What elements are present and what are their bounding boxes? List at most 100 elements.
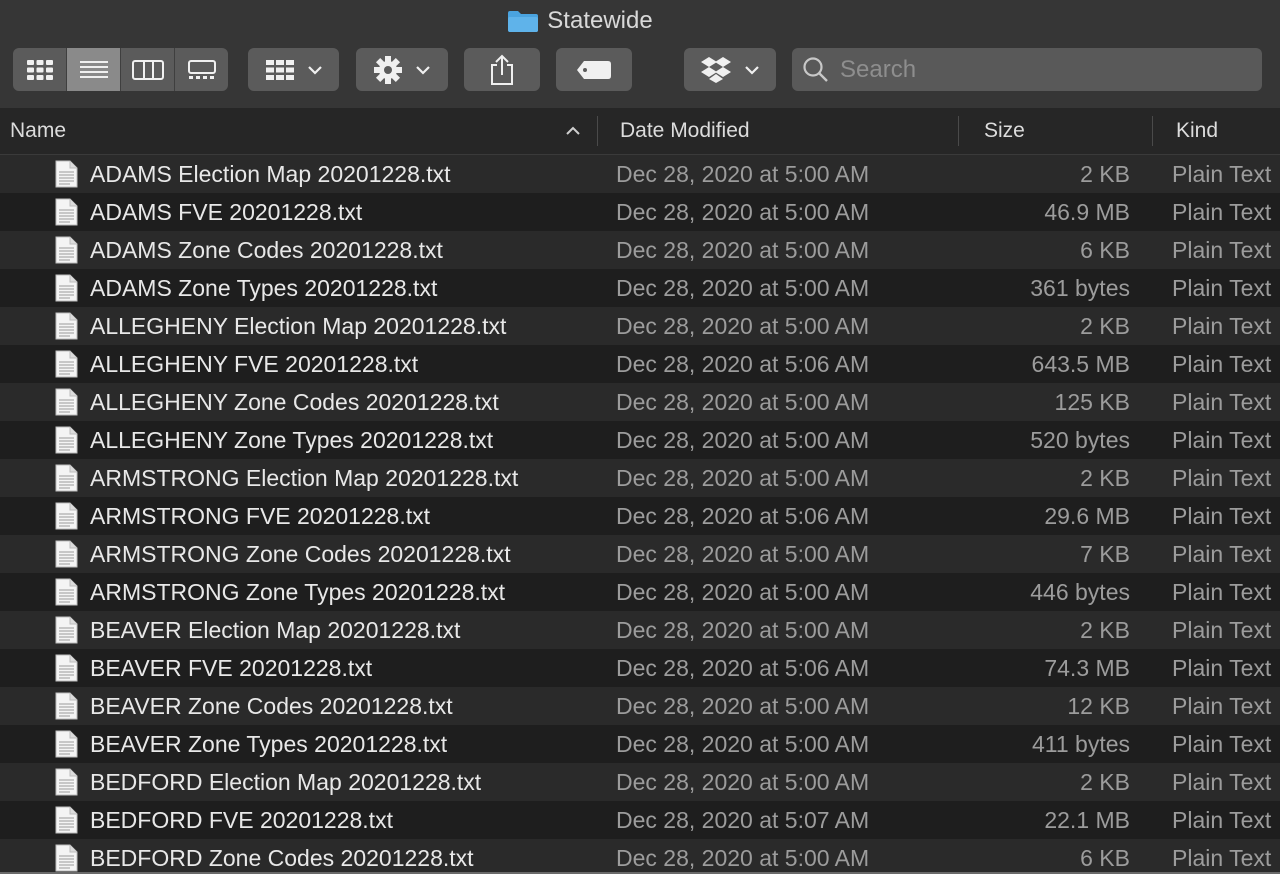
column-headers: Name Date Modified Size Kind [0, 108, 1280, 155]
file-name: BEDFORD FVE 20201228.txt [90, 806, 393, 833]
file-row[interactable]: ARMSTRONG Zone Types 20201228.txt Dec 28,… [0, 573, 1280, 611]
file-row[interactable]: BEAVER Election Map 20201228.txt Dec 28, … [0, 611, 1280, 649]
text-file-icon [55, 388, 78, 416]
share-button[interactable] [464, 48, 540, 91]
column-header-date[interactable]: Date Modified [620, 108, 750, 154]
file-date-modified: Dec 28, 2020 at 5:06 AM [616, 654, 870, 681]
text-file-icon [55, 502, 78, 530]
chevron-down-icon [307, 65, 322, 75]
file-date-modified: Dec 28, 2020 at 5:00 AM [616, 312, 870, 339]
text-file-icon [55, 160, 78, 188]
file-row[interactable]: ALLEGHENY Zone Types 20201228.txt Dec 28,… [0, 421, 1280, 459]
file-kind: Plain Text [1172, 350, 1272, 377]
text-file-icon [55, 844, 78, 872]
text-file-icon [55, 692, 78, 720]
file-size: 520 bytes [1030, 426, 1130, 453]
file-row[interactable]: ADAMS Election Map 20201228.txt Dec 28, 2… [0, 155, 1280, 193]
search-field[interactable] [792, 48, 1262, 91]
file-row[interactable]: ALLEGHENY Election Map 20201228.txt Dec 2… [0, 307, 1280, 345]
file-name: ARMSTRONG FVE 20201228.txt [90, 502, 431, 529]
action-menu-button[interactable] [356, 48, 448, 91]
file-row[interactable]: ALLEGHENY Zone Codes 20201228.txt Dec 28,… [0, 383, 1280, 421]
file-name: BEAVER Zone Types 20201228.txt [90, 730, 448, 757]
file-date-modified: Dec 28, 2020 at 5:00 AM [616, 274, 870, 301]
file-size: 74.3 MB [1044, 654, 1130, 681]
file-name: BEAVER Zone Codes 20201228.txt [90, 692, 453, 719]
group-by-button[interactable] [248, 48, 339, 91]
file-row[interactable]: ARMSTRONG Zone Codes 20201228.txt Dec 28,… [0, 535, 1280, 573]
text-file-icon [55, 464, 78, 492]
file-row[interactable]: ARMSTRONG FVE 20201228.txt Dec 28, 2020 a… [0, 497, 1280, 535]
column-divider[interactable] [597, 116, 598, 146]
file-row[interactable]: BEAVER Zone Types 20201228.txt Dec 28, 20… [0, 725, 1280, 763]
column-divider[interactable] [958, 116, 959, 146]
file-size: 125 KB [1054, 388, 1130, 415]
text-file-icon [55, 198, 78, 226]
file-date-modified: Dec 28, 2020 at 5:06 AM [616, 350, 870, 377]
search-input[interactable] [838, 54, 1242, 85]
file-date-modified: Dec 28, 2020 at 5:00 AM [616, 388, 870, 415]
text-file-icon [55, 274, 78, 302]
text-file-icon [55, 616, 78, 644]
file-date-modified: Dec 28, 2020 at 5:00 AM [616, 844, 870, 871]
file-name: ADAMS Zone Codes 20201228.txt [90, 236, 443, 263]
file-row[interactable]: BEDFORD Zone Codes 20201228.txt Dec 28, 2… [0, 839, 1280, 874]
file-size: 7 KB [1080, 540, 1130, 567]
chevron-down-icon [745, 65, 759, 75]
dropbox-button[interactable] [684, 48, 776, 91]
file-row[interactable]: BEAVER FVE 20201228.txt Dec 28, 2020 at 5… [0, 649, 1280, 687]
column-view-button[interactable] [121, 48, 175, 91]
tag-button[interactable] [556, 48, 632, 91]
sort-ascending-icon[interactable] [565, 108, 581, 154]
column-header-size-label: Size [984, 119, 1025, 142]
file-name: BEAVER FVE 20201228.txt [90, 654, 373, 681]
file-row[interactable]: ADAMS FVE 20201228.txt Dec 28, 2020 at 5:… [0, 193, 1280, 231]
file-kind: Plain Text [1172, 426, 1272, 453]
file-size: 643.5 MB [1031, 350, 1130, 377]
file-kind: Plain Text [1172, 388, 1272, 415]
column-header-name[interactable]: Name [10, 108, 66, 154]
file-name: ARMSTRONG Election Map 20201228.txt [90, 464, 519, 491]
file-row[interactable]: BEDFORD FVE 20201228.txt Dec 28, 2020 at … [0, 801, 1280, 839]
file-size: 446 bytes [1030, 578, 1130, 605]
file-row[interactable]: BEDFORD Election Map 20201228.txt Dec 28,… [0, 763, 1280, 801]
file-row[interactable]: BEAVER Zone Codes 20201228.txt Dec 28, 20… [0, 687, 1280, 725]
gallery-view-button[interactable] [175, 48, 228, 91]
file-date-modified: Dec 28, 2020 at 5:00 AM [616, 426, 870, 453]
text-file-icon [55, 540, 78, 568]
file-kind: Plain Text [1172, 654, 1272, 681]
column-header-size[interactable]: Size [984, 108, 1025, 154]
file-kind: Plain Text [1172, 540, 1272, 567]
list-view-button[interactable] [67, 48, 121, 91]
file-kind: Plain Text [1172, 692, 1272, 719]
file-size: 6 KB [1080, 236, 1130, 263]
view-mode-control [13, 48, 228, 91]
column-divider[interactable] [1152, 116, 1153, 146]
file-kind: Plain Text [1172, 844, 1272, 871]
column-header-kind-label: Kind [1176, 119, 1219, 142]
file-date-modified: Dec 28, 2020 at 5:00 AM [616, 160, 870, 187]
file-kind: Plain Text [1172, 616, 1272, 643]
file-size: 411 bytes [1031, 730, 1130, 757]
gallery-icon [187, 59, 216, 79]
file-row[interactable]: ADAMS Zone Codes 20201228.txt Dec 28, 202… [0, 231, 1280, 269]
file-row[interactable]: ARMSTRONG Election Map 20201228.txt Dec 2… [0, 459, 1280, 497]
file-row[interactable]: ALLEGHENY FVE 20201228.txt Dec 28, 2020 a… [0, 345, 1280, 383]
column-header-name-label: Name [10, 119, 67, 142]
file-size: 46.9 MB [1044, 198, 1130, 225]
file-name: ARMSTRONG Zone Codes 20201228.txt [90, 540, 511, 567]
file-date-modified: Dec 28, 2020 at 5:00 AM [616, 692, 870, 719]
file-size: 2 KB [1080, 160, 1130, 187]
text-file-icon [55, 578, 78, 606]
file-name: ALLEGHENY Zone Codes 20201228.txt [90, 388, 499, 415]
search-icon [803, 56, 828, 82]
file-date-modified: Dec 28, 2020 at 5:00 AM [616, 464, 870, 491]
icon-view-button[interactable] [13, 48, 67, 91]
file-kind: Plain Text [1172, 198, 1272, 225]
grid-icon [26, 59, 53, 80]
file-name: BEDFORD Election Map 20201228.txt [90, 768, 482, 795]
file-size: 2 KB [1080, 768, 1130, 795]
file-row[interactable]: ADAMS Zone Types 20201228.txt Dec 28, 202… [0, 269, 1280, 307]
folder-icon [507, 9, 539, 33]
column-header-kind[interactable]: Kind [1176, 108, 1218, 154]
